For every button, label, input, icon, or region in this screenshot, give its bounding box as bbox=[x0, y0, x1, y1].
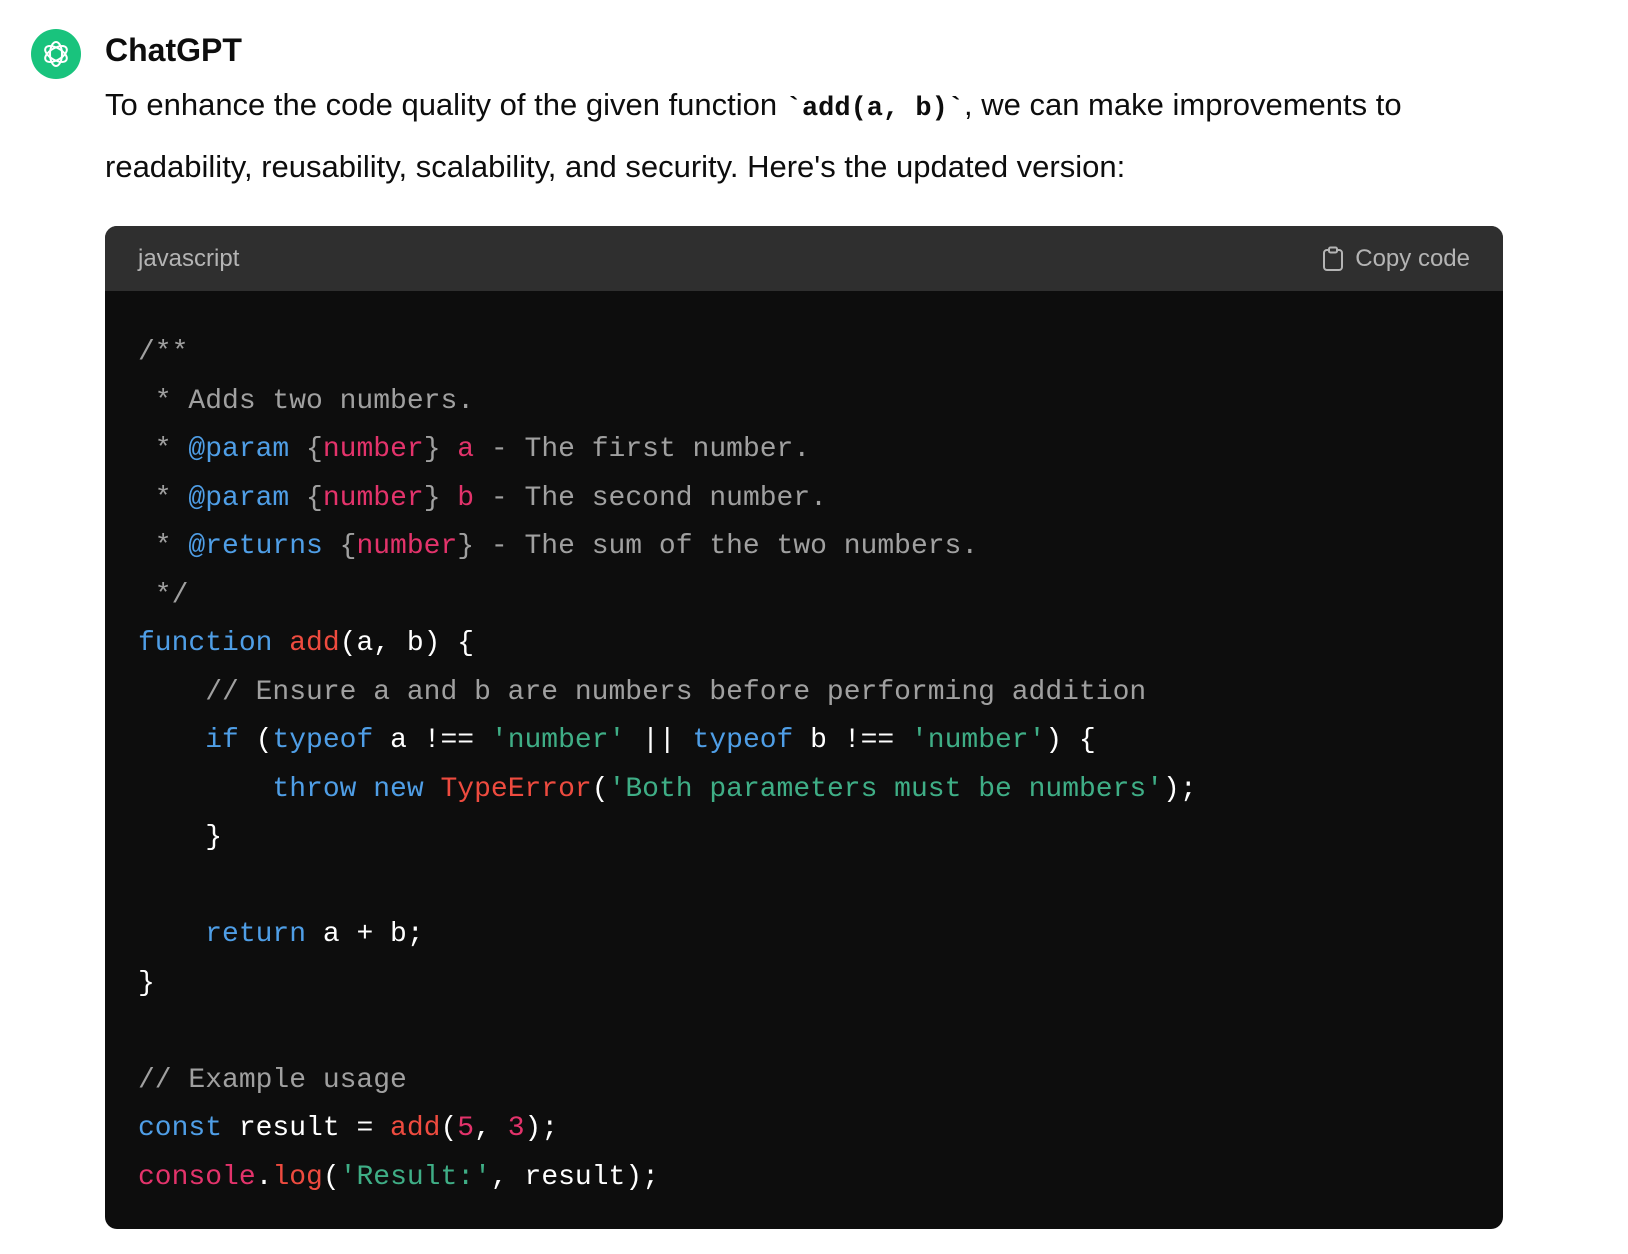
code-token: if bbox=[205, 725, 239, 756]
code-token: number bbox=[322, 482, 424, 514]
code-token: 5 bbox=[457, 1113, 475, 1144]
code-token: function bbox=[138, 628, 273, 659]
code-line: if (typeof a !== 'number' || typeof b !=… bbox=[138, 717, 1503, 766]
code-line: } bbox=[138, 814, 1503, 863]
code-token: } bbox=[138, 967, 155, 999]
code-token: ) { bbox=[1045, 725, 1096, 756]
code-token: */ bbox=[138, 579, 189, 611]
code-token: b bbox=[457, 482, 475, 514]
code-line: return a + b; bbox=[138, 911, 1503, 960]
code-block: javascript Copy code /** * Adds two numb… bbox=[105, 226, 1503, 1229]
message-text: To enhance the code quality of the given… bbox=[105, 76, 1505, 195]
code-token: ( bbox=[440, 1113, 458, 1144]
code-token: (a, b) { bbox=[339, 628, 475, 659]
code-token: TypeError bbox=[440, 773, 592, 805]
code-token: typeof bbox=[692, 725, 794, 756]
inline-code: `add(a, b)` bbox=[785, 94, 964, 124]
code-token: 'Result:' bbox=[339, 1161, 491, 1193]
code-token: 3 bbox=[507, 1113, 525, 1144]
code-token: ( bbox=[322, 1161, 340, 1193]
code-token: /** bbox=[138, 337, 189, 368]
code-body: /** * Adds two numbers. * @param {number… bbox=[105, 291, 1503, 1202]
code-token: typeof bbox=[272, 725, 374, 756]
code-token: * bbox=[138, 482, 189, 514]
code-token: { bbox=[322, 531, 357, 562]
code-language-label: javascript bbox=[138, 244, 240, 272]
code-token: add bbox=[289, 628, 340, 659]
code-token: || bbox=[625, 725, 693, 756]
copy-code-label: Copy code bbox=[1355, 244, 1470, 272]
code-token: b !== bbox=[793, 725, 911, 756]
code-token: * bbox=[138, 434, 189, 465]
code-token: ); bbox=[1163, 773, 1197, 805]
code-token: console bbox=[138, 1161, 256, 1193]
clipboard-icon bbox=[1323, 246, 1344, 271]
copy-code-button[interactable]: Copy code bbox=[1321, 245, 1470, 273]
code-token: // Example usage bbox=[138, 1064, 407, 1096]
code-line: * @param {number} b - The second number. bbox=[138, 475, 1503, 524]
code-token: @param bbox=[188, 434, 290, 465]
chatgpt-avatar bbox=[31, 29, 81, 79]
code-token: - The first number. bbox=[474, 434, 811, 465]
code-line: console.log('Result:', result); bbox=[138, 1154, 1503, 1203]
code-line: * @returns {number} - The sum of the two… bbox=[138, 523, 1503, 572]
code-block-header: javascript Copy code bbox=[105, 226, 1503, 291]
code-token: return bbox=[205, 919, 307, 950]
code-token: * bbox=[138, 531, 189, 562]
code-token: result = bbox=[222, 1113, 391, 1144]
openai-logo-icon bbox=[44, 41, 68, 67]
code-token: } bbox=[138, 822, 223, 853]
message-intro: To enhance the code quality of the given… bbox=[105, 87, 786, 122]
code-line: /** bbox=[138, 329, 1503, 378]
code-token: { bbox=[289, 434, 323, 465]
code-token: log bbox=[272, 1161, 323, 1193]
code-token: , result); bbox=[490, 1161, 659, 1193]
code-token: 'Both parameters must be numbers' bbox=[608, 773, 1164, 805]
code-token: throw bbox=[272, 773, 357, 805]
code-line: function add(a, b) { bbox=[138, 620, 1503, 669]
code-token: } bbox=[423, 434, 458, 465]
code-token: // Ensure a and b are numbers before per… bbox=[205, 676, 1147, 708]
code-token: add bbox=[390, 1113, 441, 1144]
code-line: throw new TypeError('Both parameters mus… bbox=[138, 766, 1503, 815]
code-token: number bbox=[322, 434, 424, 465]
code-token: a + b; bbox=[306, 919, 424, 950]
code-token: const bbox=[138, 1113, 223, 1144]
code-token: - The second number. bbox=[474, 482, 827, 514]
code-line: // Ensure a and b are numbers before per… bbox=[138, 669, 1503, 718]
code-token: @param bbox=[188, 482, 290, 514]
code-line: const result = add(5, 3); bbox=[138, 1105, 1503, 1154]
author-name: ChatGPT bbox=[105, 32, 242, 68]
code-line: * Adds two numbers. bbox=[138, 378, 1503, 427]
code-token: } - The sum of the two numbers. bbox=[457, 531, 979, 562]
code-token: { bbox=[289, 482, 323, 514]
code-token: 'number' bbox=[910, 725, 1046, 756]
code-token: ( bbox=[238, 725, 273, 756]
code-token: 'number' bbox=[490, 725, 626, 756]
code-token: a !== bbox=[373, 725, 491, 756]
code-line: // Example usage bbox=[138, 1057, 1503, 1106]
code-token: new bbox=[373, 773, 424, 805]
code-token: ( bbox=[591, 773, 609, 805]
code-line: */ bbox=[138, 572, 1503, 621]
code-token: ); bbox=[524, 1113, 559, 1144]
code-token: number bbox=[356, 531, 458, 562]
code-token: . bbox=[255, 1161, 273, 1193]
code-line: } bbox=[138, 960, 1503, 1009]
code-token: * Adds two numbers. bbox=[138, 385, 475, 417]
code-token: a bbox=[457, 434, 475, 465]
code-token: @returns bbox=[188, 531, 323, 562]
code-line: * @param {number} a - The first number. bbox=[138, 426, 1503, 475]
code-token: } bbox=[423, 482, 458, 514]
code-token: , bbox=[474, 1113, 508, 1144]
